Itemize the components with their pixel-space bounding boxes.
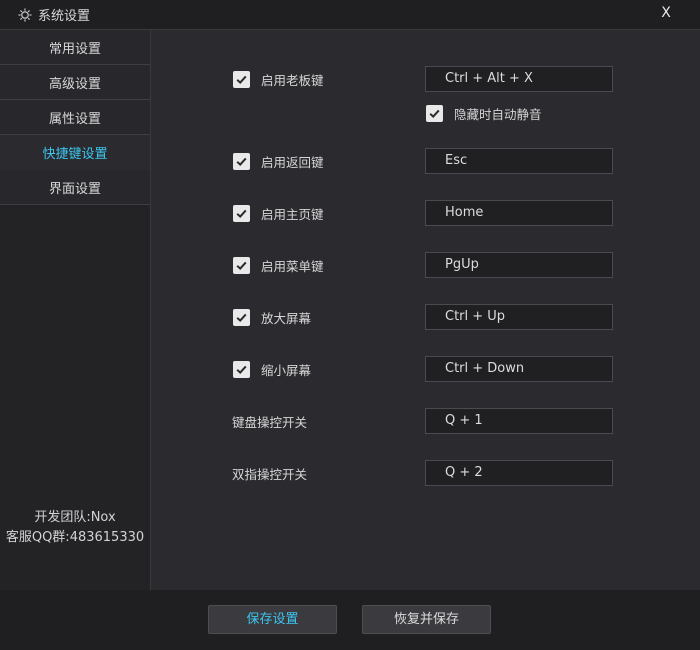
zoom-out-label: 缩小屏幕: [261, 362, 312, 378]
sidebar: 常用设置 高级设置 属性设置 快捷键设置 界面设置 开发团队:Nox 客服QQ群…: [0, 30, 151, 590]
zoom-in-checkbox[interactable]: [233, 308, 250, 326]
close-button[interactable]: X: [658, 5, 674, 21]
mute-on-hide-checkbox[interactable]: [426, 104, 443, 122]
menu-key-label: 启用菜单键: [261, 258, 324, 274]
checkmark-icon: [236, 313, 247, 322]
save-settings-button[interactable]: 保存设置: [208, 605, 337, 634]
two-finger-control-label: 双指操控开关: [232, 466, 308, 482]
zoom-out-input[interactable]: Ctrl + Down: [425, 356, 613, 382]
sidebar-item-shortcut-settings[interactable]: 快捷键设置: [0, 135, 150, 170]
window-title: 系统设置: [38, 9, 91, 24]
restore-and-save-button[interactable]: 恢复并保存: [362, 605, 491, 634]
home-key-label: 启用主页键: [261, 206, 324, 222]
zoom-out-row: 缩小屏幕: [233, 356, 311, 382]
checkmark-icon: [236, 261, 247, 270]
sidebar-item-property-settings[interactable]: 属性设置: [0, 100, 150, 135]
checkmark-icon: [429, 109, 440, 118]
menu-key-checkbox[interactable]: [233, 256, 250, 274]
keyboard-control-label: 键盘操控开关: [232, 414, 308, 430]
checkmark-icon: [236, 209, 247, 218]
footer-bar: 保存设置 恢复并保存: [0, 590, 700, 650]
mute-on-hide-label: 隐藏时自动静音: [454, 106, 542, 122]
title-bar: 系统设置 X: [0, 0, 700, 30]
zoom-in-row: 放大屏幕: [233, 304, 311, 330]
boss-key-label: 启用老板键: [261, 72, 324, 88]
back-key-input[interactable]: Esc: [425, 148, 613, 174]
zoom-out-checkbox[interactable]: [233, 360, 250, 378]
keyboard-control-input[interactable]: Q + 1: [425, 408, 613, 434]
qq-group-text: 客服QQ群:483615330: [5, 530, 145, 545]
two-finger-control-input[interactable]: Q + 2: [425, 460, 613, 486]
checkmark-icon: [236, 157, 247, 166]
back-key-checkbox[interactable]: [233, 152, 250, 170]
zoom-in-label: 放大屏幕: [261, 310, 312, 326]
checkmark-icon: [236, 75, 247, 84]
developer-info: 开发团队:Nox 客服QQ群:483615330: [0, 508, 150, 548]
dev-team-text: 开发团队:Nox: [34, 510, 116, 525]
home-key-checkbox[interactable]: [233, 204, 250, 222]
zoom-in-input[interactable]: Ctrl + Up: [425, 304, 613, 330]
mute-on-hide-row: 隐藏时自动静音: [426, 100, 542, 126]
menu-key-row: 启用菜单键: [233, 252, 324, 278]
menu-key-input[interactable]: PgUp: [425, 252, 613, 278]
home-key-row: 启用主页键: [233, 200, 324, 226]
boss-key-row: 启用老板键: [233, 66, 324, 92]
boss-key-input[interactable]: Ctrl + Alt + X: [425, 66, 613, 92]
gear-icon: [18, 8, 32, 22]
sidebar-item-common-settings[interactable]: 常用设置: [0, 30, 150, 65]
boss-key-checkbox[interactable]: [233, 70, 250, 88]
checkmark-icon: [236, 365, 247, 374]
back-key-row: 启用返回键: [233, 148, 324, 174]
home-key-input[interactable]: Home: [425, 200, 613, 226]
back-key-label: 启用返回键: [261, 154, 324, 170]
keyboard-control-row: 键盘操控开关: [232, 408, 307, 434]
sidebar-item-interface-settings[interactable]: 界面设置: [0, 170, 150, 205]
sidebar-item-advanced-settings[interactable]: 高级设置: [0, 65, 150, 100]
two-finger-control-row: 双指操控开关: [232, 460, 307, 486]
shortcut-settings-panel: 启用老板键 Ctrl + Alt + X 隐藏时自动静音 启用返回键 Esc 启…: [151, 30, 700, 590]
